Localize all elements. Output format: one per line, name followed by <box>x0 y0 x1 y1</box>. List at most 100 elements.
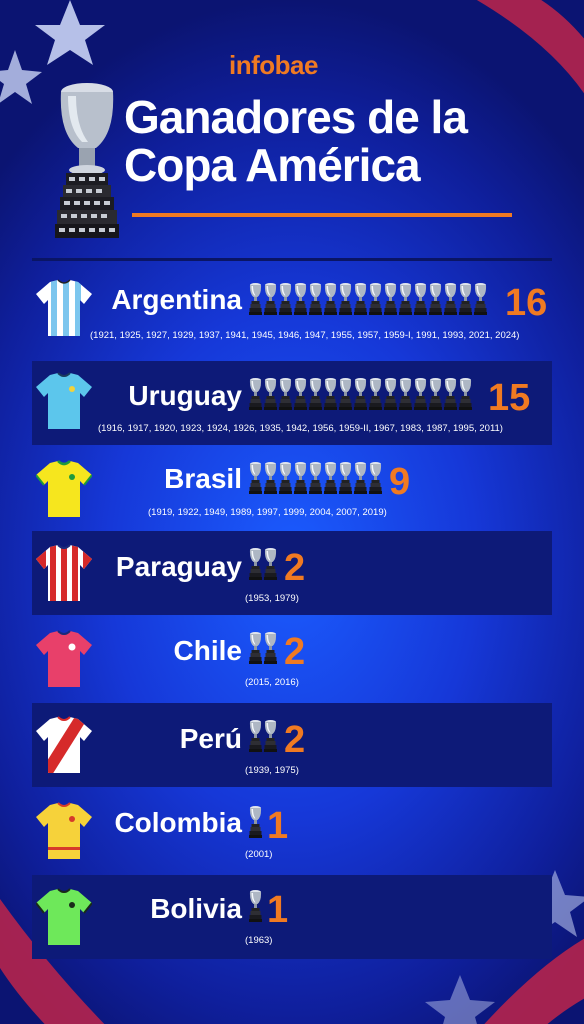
trophy-icon <box>278 461 293 495</box>
trophy-icon <box>353 461 368 495</box>
winner-row-uruguay: Uruguay 15 (1916, 1917, 1920, 1923, 1924… <box>32 361 552 445</box>
trophy-icon <box>383 282 398 316</box>
winner-row-paraguay: Paraguay 2 (1953, 1979) <box>32 531 552 615</box>
country-name: Uruguay <box>128 380 242 411</box>
titles-count: 1 <box>267 889 289 931</box>
jersey-icon <box>36 716 92 773</box>
winning-years: (2015, 2016) <box>245 677 299 688</box>
trophy-icon <box>248 805 263 839</box>
trophy-icon <box>383 377 398 411</box>
page-title: Ganadores de la Copa América <box>124 91 468 191</box>
trophy-icon <box>293 282 308 316</box>
titles-count: 2 <box>284 719 306 761</box>
winner-row-colombia: Colombia 1 (2001) <box>32 789 552 873</box>
trophy-icons <box>248 631 278 665</box>
titles-count: 2 <box>284 547 306 589</box>
trophy-icon <box>338 461 353 495</box>
winning-years: (1963) <box>245 935 273 946</box>
winning-years: (1939, 1975) <box>245 765 299 776</box>
country-name: Argentina <box>111 284 242 315</box>
trophy-icon <box>443 282 458 316</box>
trophy-icon <box>458 377 473 411</box>
brand-logo: infobae <box>229 50 318 80</box>
country-name: Paraguay <box>115 551 242 582</box>
trophy-icons <box>248 547 278 581</box>
trophy-icon <box>368 377 383 411</box>
trophy-icon <box>248 282 263 316</box>
trophy-icon <box>458 282 473 316</box>
trophy-icon <box>248 461 263 495</box>
trophy-icons <box>248 377 473 411</box>
trophy-icons <box>248 461 383 495</box>
trophy-icon <box>398 377 413 411</box>
winner-row-argentina: Argentina 16 (1921, 1925, 1927, 1929, 19… <box>32 268 552 352</box>
trophy-icons <box>248 889 263 923</box>
trophy-icon <box>263 719 278 753</box>
jersey-icon <box>36 460 92 517</box>
trophy-icon <box>398 282 413 316</box>
jersey-icon <box>36 888 92 945</box>
header: infobae Ganadores de la Copa América <box>0 0 584 250</box>
trophy-icon <box>278 282 293 316</box>
trophy-icon <box>248 377 263 411</box>
country-name: Bolivia <box>150 893 242 924</box>
trophy-icon <box>248 719 263 753</box>
trophy-icon <box>263 377 278 411</box>
trophy-icon <box>368 282 383 316</box>
trophy-icon <box>323 282 338 316</box>
trophy-icon <box>353 377 368 411</box>
trophy-icon <box>443 377 458 411</box>
titles-count: 1 <box>267 805 289 847</box>
trophy-icon <box>368 461 383 495</box>
country-name: Chile <box>173 635 242 666</box>
winner-row-chile: Chile 2 (2015, 2016) <box>32 617 552 701</box>
winning-years: (1921, 1925, 1927, 1929, 1937, 1941, 194… <box>90 330 520 341</box>
trophy-icon <box>263 631 278 665</box>
winning-years: (1953, 1979) <box>245 593 299 604</box>
trophy-icons <box>248 805 263 839</box>
winning-years: (1919, 1922, 1949, 1989, 1997, 1999, 200… <box>148 507 387 518</box>
divider <box>32 258 552 261</box>
winner-row-brasil: Brasil 9 (1919, 1922, 1949, 1989, 1997, … <box>32 447 552 529</box>
country-name: Perú <box>179 723 242 754</box>
winner-row-bolivia: Bolivia 1 (1963) <box>32 875 552 959</box>
jersey-icon <box>36 372 92 429</box>
trophy-icon <box>263 282 278 316</box>
trophy-icons <box>248 719 278 753</box>
jersey-icon <box>36 544 92 601</box>
trophy-icon <box>323 377 338 411</box>
titles-count: 15 <box>488 377 531 419</box>
trophy-icon <box>338 282 353 316</box>
trophy-icon <box>353 282 368 316</box>
jersey-icon <box>36 279 92 336</box>
trophy-icon <box>473 282 488 316</box>
winning-years: (1916, 1917, 1920, 1923, 1924, 1926, 193… <box>98 423 503 434</box>
trophy-icon <box>413 377 428 411</box>
trophy-icon <box>293 377 308 411</box>
trophy-icons <box>248 282 488 316</box>
titles-count: 9 <box>389 461 411 503</box>
country-name: Colombia <box>114 807 242 838</box>
trophy-icon <box>308 377 323 411</box>
trophy-icon <box>428 282 443 316</box>
trophy-icon <box>248 889 263 923</box>
winner-row-peru: Perú 2 (1939, 1975) <box>32 703 552 787</box>
trophy-icon <box>278 377 293 411</box>
jersey-icon <box>36 802 92 859</box>
trophy-icon <box>323 461 338 495</box>
title-line-2: Copa América <box>124 139 421 191</box>
copa-america-trophy-icon <box>55 83 119 238</box>
winning-years: (2001) <box>245 849 273 860</box>
title-underline <box>132 213 512 217</box>
trophy-icon <box>248 631 263 665</box>
jersey-icon <box>36 630 92 687</box>
trophy-icon <box>413 282 428 316</box>
trophy-icon <box>308 461 323 495</box>
trophy-icon <box>263 461 278 495</box>
trophy-icon <box>308 282 323 316</box>
title-line-1: Ganadores de la <box>124 91 468 143</box>
trophy-icon <box>428 377 443 411</box>
trophy-icon <box>263 547 278 581</box>
trophy-icon <box>248 547 263 581</box>
country-name: Brasil <box>164 463 242 494</box>
